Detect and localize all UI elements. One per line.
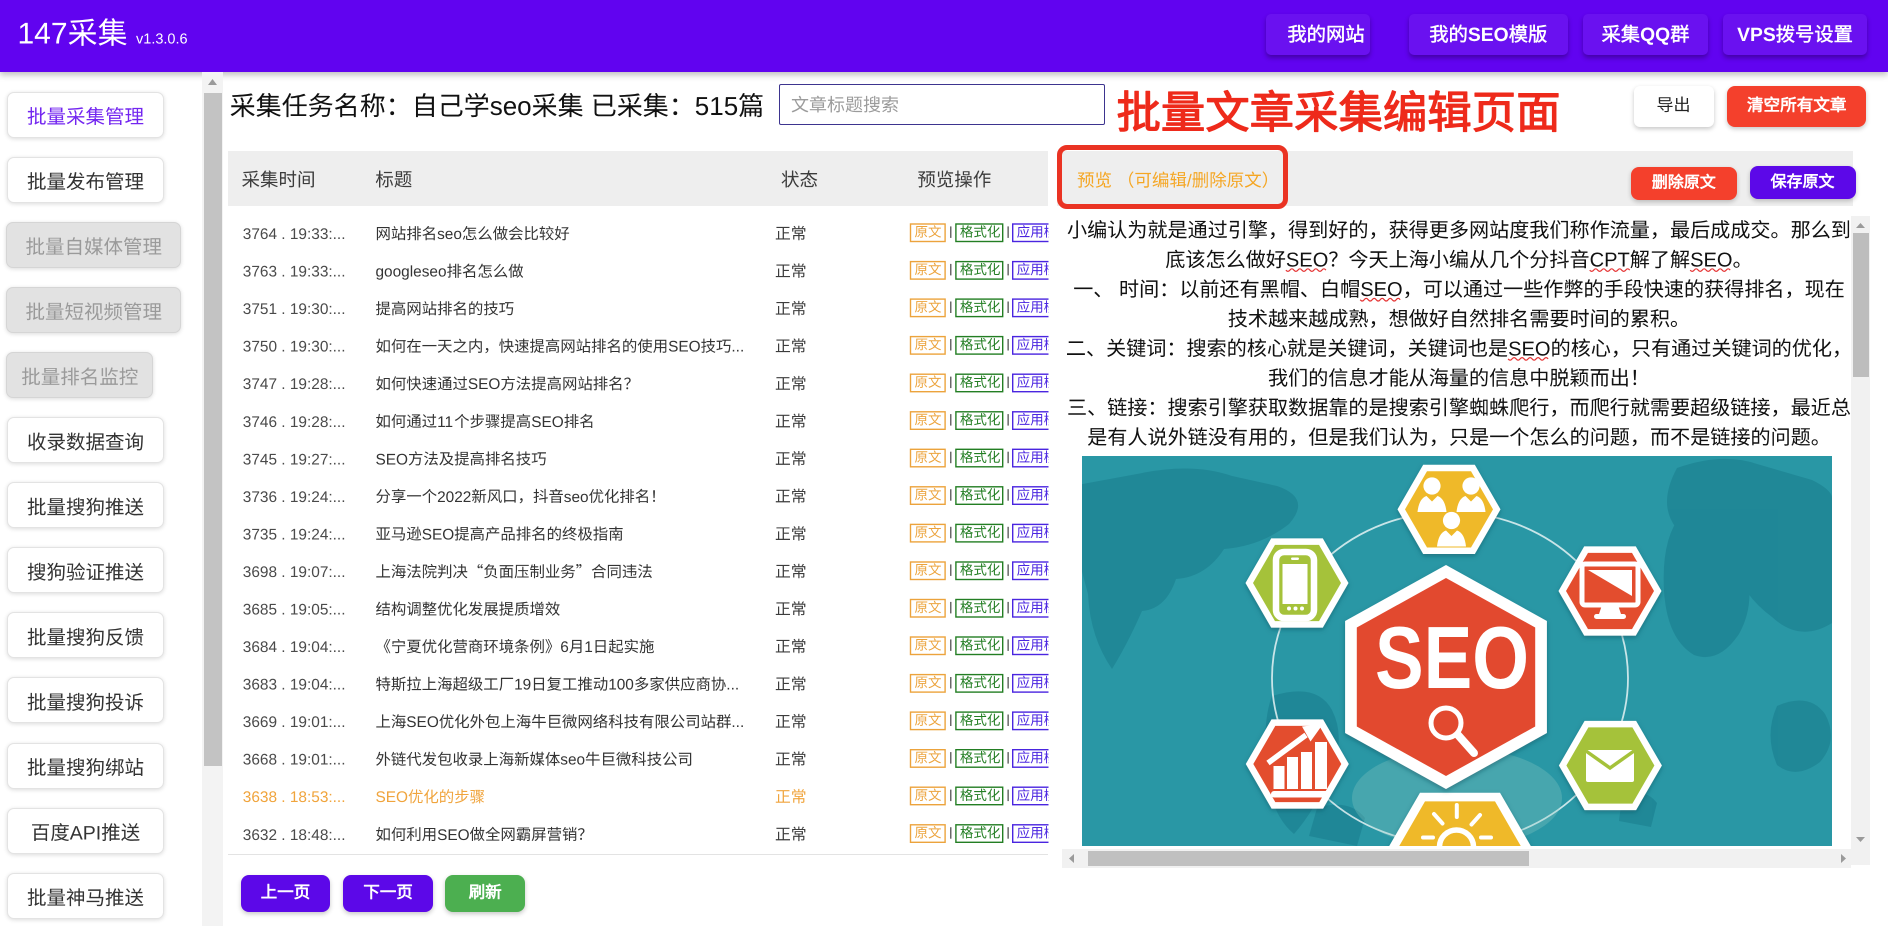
svg-text:SEO: SEO bbox=[437, 827, 470, 844]
svg-text:SEO: SEO bbox=[468, 376, 501, 393]
svg-text:3764 . 19:33:...: 3764 . 19:33:... bbox=[243, 226, 346, 243]
svg-text:100: 100 bbox=[608, 677, 634, 694]
svg-text:3745 . 19:27:...: 3745 . 19:27:... bbox=[243, 451, 346, 468]
svg-text:2022: 2022 bbox=[437, 489, 471, 506]
svg-text:SEO: SEO bbox=[376, 451, 409, 468]
svg-text:CPT: CPT bbox=[1590, 250, 1630, 272]
svg-text:19: 19 bbox=[514, 677, 531, 694]
svg-text:515: 515 bbox=[695, 91, 738, 121]
svg-text:3683 . 19:04:...: 3683 . 19:04:... bbox=[243, 677, 346, 694]
svg-text:3747 . 19:28:...: 3747 . 19:28:... bbox=[243, 376, 346, 393]
svg-text:6: 6 bbox=[560, 639, 569, 656]
svg-text:1: 1 bbox=[584, 639, 593, 656]
svg-text:SEO: SEO bbox=[531, 414, 564, 431]
svg-text:seo: seo bbox=[437, 226, 462, 243]
svg-text:3750 . 19:30:...: 3750 . 19:30:... bbox=[243, 339, 346, 356]
svg-text:...: ... bbox=[726, 677, 739, 694]
svg-text:seo: seo bbox=[564, 489, 589, 506]
svg-text:3638 . 18:53:...: 3638 . 18:53:... bbox=[243, 789, 346, 806]
svg-text:...: ... bbox=[731, 339, 744, 356]
svg-text:3746 . 19:28:...: 3746 . 19:28:... bbox=[243, 414, 346, 431]
svg-text:3669 . 19:01:...: 3669 . 19:01:... bbox=[243, 714, 346, 731]
svg-text:3685 . 19:05:...: 3685 . 19:05:... bbox=[243, 602, 346, 619]
svg-text:SEO: SEO bbox=[1375, 608, 1529, 707]
svg-text:3736 . 19:24:...: 3736 . 19:24:... bbox=[243, 489, 346, 506]
svg-text:SEO: SEO bbox=[1508, 338, 1550, 360]
svg-text:SEO: SEO bbox=[1690, 250, 1732, 272]
svg-text:3668 . 19:01:...: 3668 . 19:01:... bbox=[243, 752, 346, 769]
svg-text:SEO: SEO bbox=[1286, 250, 1328, 272]
svg-text:SEO: SEO bbox=[376, 789, 409, 806]
svg-text:3632 . 18:48:...: 3632 . 18:48:... bbox=[243, 827, 346, 844]
svg-text:seo: seo bbox=[560, 752, 585, 769]
svg-text:SEO: SEO bbox=[668, 339, 701, 356]
svg-text:3735 . 19:24:...: 3735 . 19:24:... bbox=[243, 526, 346, 543]
svg-text:seo: seo bbox=[490, 91, 532, 121]
svg-text:SEO: SEO bbox=[406, 714, 439, 731]
svg-text:SEO: SEO bbox=[422, 526, 455, 543]
svg-text:3763 . 19:33:...: 3763 . 19:33:... bbox=[243, 264, 346, 281]
svg-text:googleseo: googleseo bbox=[376, 264, 447, 281]
svg-text:...: ... bbox=[731, 714, 744, 731]
svg-text:3751 . 19:30:...: 3751 . 19:30:... bbox=[243, 301, 346, 318]
svg-text:3698 . 19:07:...: 3698 . 19:07:... bbox=[243, 564, 346, 581]
svg-text:SEO: SEO bbox=[1360, 279, 1402, 301]
svg-text:11: 11 bbox=[437, 414, 453, 431]
svg-text:3684 . 19:04:...: 3684 . 19:04:... bbox=[243, 639, 346, 656]
